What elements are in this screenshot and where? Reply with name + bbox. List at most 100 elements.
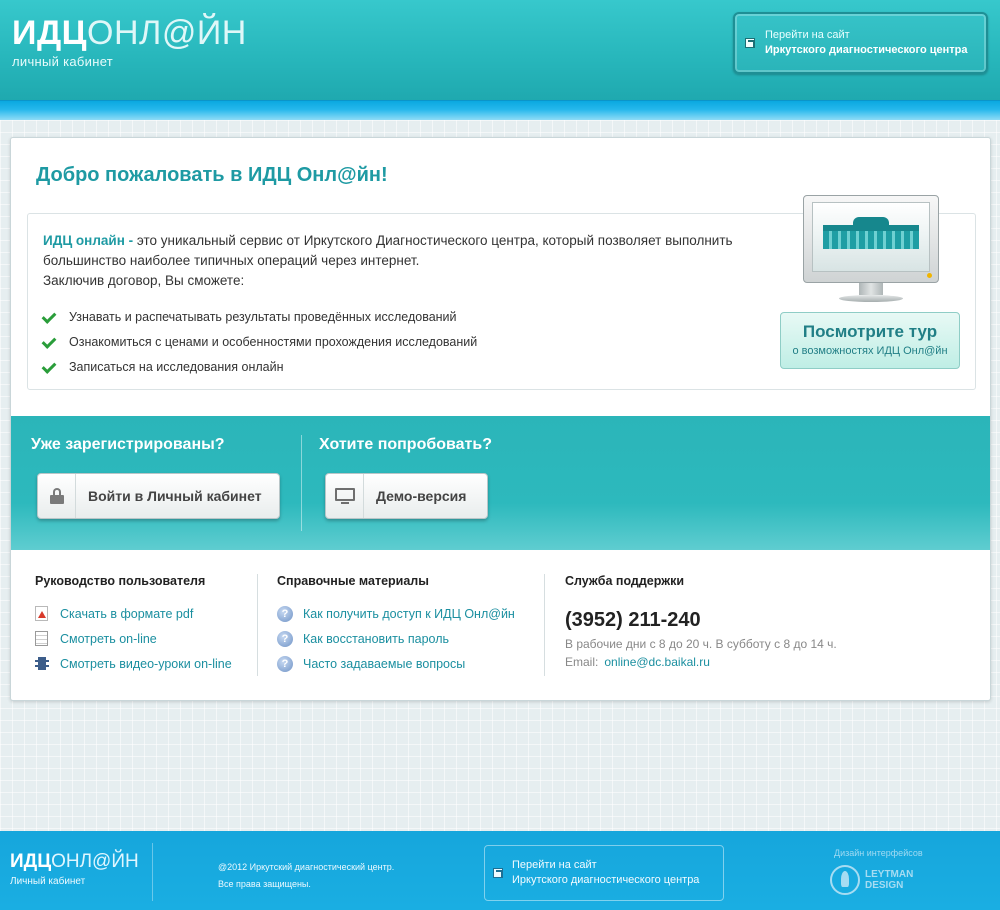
logo-primary: ИДЦ [12,14,87,52]
guide-column: Руководство пользователя Скачать в форма… [35,574,232,676]
monitor-illustration [803,195,939,307]
copyright-line1: @2012 Иркутский диагностический центр. [218,862,395,872]
building-image [823,225,919,249]
intro-contract: Заключив договор, Вы сможете: [43,273,245,288]
header-stripe [0,100,1000,120]
list-item: Смотреть on-line [35,626,232,651]
email-label: Email: [565,655,599,669]
logo-title: ИДЦОНЛ@ЙН [12,14,247,52]
list-item: ? Как восстановить пароль [277,626,515,651]
monitor-icon [334,488,355,504]
site-header: ИДЦОНЛ@ЙН личный кабинет Перейти на сайт… [0,0,1000,100]
list-item: Смотреть видео-уроки on-line [35,651,232,676]
download-pdf-link[interactable]: Скачать в формате pdf [60,607,193,621]
monitor-display [812,202,930,272]
footer-copyright: @2012 Иркутский диагностический центр. В… [218,859,394,893]
tour-button-title: Посмотрите тур [802,322,938,341]
main-site-link[interactable]: Перейти на сайт Иркутского диагностическ… [733,12,988,74]
feature-text: Узнавать и распечатывать результаты пров… [69,309,457,324]
site-link-line2: Иркутского диагностического центра [765,44,968,56]
checkmark-icon [43,312,57,322]
page-title: Добро пожаловать в ИДЦ Онл@йн! [36,164,388,186]
design-label: Дизайн интерфейсов [834,848,923,858]
demo-button[interactable]: Демо-версия [325,473,488,519]
monitor-neck [859,283,883,295]
checkmark-icon [43,337,57,347]
restore-password-link[interactable]: Как восстановить пароль [303,632,449,646]
lock-icon [49,488,64,504]
reference-column: Справочные материалы ? Как получить досту… [277,574,515,676]
list-item: Скачать в формате pdf [35,601,232,626]
flame-logo-icon [830,865,860,895]
list-item: ? Как получить доступ к ИДЦ Онл@йн [277,601,515,626]
main-panel: Добро пожаловать в ИДЦ Онл@йн! ИДЦ онлай… [10,137,991,701]
logo-subtitle: личный кабинет [12,54,114,69]
site-link-line1: Перейти на сайт [765,29,850,41]
logo-secondary: ОНЛ@ЙН [87,14,247,52]
faq-link[interactable]: Часто задаваемые вопросы [303,657,465,671]
designer-line2: DESIGN [865,880,904,891]
registered-heading: Уже зарегистрированы? [31,436,225,453]
reference-title: Справочные материалы [277,574,429,588]
get-access-link[interactable]: Как получить доступ к ИДЦ Онл@йн [303,607,515,621]
footer-site-line2: Иркутского диагностического центра [512,874,700,886]
feature-text: Записаться на исследования онлайн [69,359,284,374]
designer-name: LEYTMAN DESIGN [865,869,913,891]
designer-logo[interactable]: LEYTMAN DESIGN [830,865,913,895]
footer-logo-subtitle: Личный кабинет [10,876,86,887]
copyright-line2: Все права защищены. [218,879,311,889]
footer-logo-title: ИДЦОНЛ@ЙН [10,851,139,873]
feature-list: Узнавать и распечатывать результаты пров… [43,304,477,379]
footer-divider [152,843,153,901]
support-email-row: Email: online@dc.baikal.ru [565,655,837,669]
footer-logo-primary: ИДЦ [10,851,52,872]
footer-site-link-text: Перейти на сайт Иркутского диагностическ… [512,858,699,888]
column-divider [544,574,545,676]
guide-title: Руководство пользователя [35,574,206,588]
login-button-label: Войти в Личный кабинет [88,488,262,504]
support-email-link[interactable]: online@dc.baikal.ru [604,655,710,669]
designer-line1: LEYTMAN [865,869,914,880]
support-column: Служба поддержки (3952) 211-240 В рабочи… [565,574,837,669]
auth-band: Уже зарегистрированы? Войти в Личный каб… [11,416,990,550]
guide-list: Скачать в формате pdf Смотреть on-line С… [35,601,232,676]
checkmark-icon [43,362,57,372]
screen-icon-wrap [326,474,364,518]
main-site-link-text: Перейти на сайт Иркутского диагностическ… [765,28,967,58]
feature-text: Ознакомиться с ценами и особенностями пр… [69,334,478,349]
footer-logo[interactable]: ИДЦОНЛ@ЙН Личный кабинет [10,851,139,887]
reference-list: ? Как получить доступ к ИДЦ Онл@йн ? Как в… [277,601,515,676]
support-title: Служба поддержки [565,574,685,588]
list-item: Ознакомиться с ценами и особенностями пр… [43,329,477,354]
site-footer: ИДЦОНЛ@ЙН Личный кабинет @2012 Иркутский… [0,831,1000,910]
monitor-led [927,273,932,278]
list-item: ? Часто задаваемые вопросы [277,651,515,676]
intro-description: это уникальный сервис от Иркутского Диаг… [43,233,733,268]
help-icon: ? [277,655,293,672]
intro-text: ИДЦ онлайн - это уникальный сервис от Ир… [43,231,793,291]
column-divider [257,574,258,676]
list-item: Узнавать и распечатывать результаты пров… [43,304,477,329]
footer-site-link[interactable]: Перейти на сайт Иркутского диагностическ… [484,845,724,901]
external-link-icon [745,38,755,48]
tour-button[interactable]: Посмотрите тур о возможностях ИДЦ Онл@йн [780,312,960,369]
video-lessons-link[interactable]: Смотреть видео-уроки on-line [60,657,232,671]
footer-site-line1: Перейти на сайт [512,859,597,871]
help-icon: ? [277,630,293,647]
external-link-icon [493,868,503,878]
try-heading: Хотите попробовать? [319,436,492,453]
view-online-link[interactable]: Смотреть on-line [60,632,157,646]
intro-bold: ИДЦ онлайн - [43,233,134,248]
demo-button-label: Демо-версия [376,488,467,504]
band-divider [301,435,302,531]
monitor-base [839,295,903,302]
tour-button-subtitle: о возможностях ИДЦ Онл@йн [792,345,948,357]
support-hours: В рабочие дни с 8 до 20 ч. В субботу с 8… [565,637,837,651]
video-icon [35,657,49,670]
support-phone: (3952) 211-240 [565,609,701,631]
pdf-icon [35,606,48,621]
site-logo[interactable]: ИДЦОНЛ@ЙН личный кабинет [12,14,247,69]
help-icon: ? [277,605,293,622]
lock-icon-wrap [38,474,76,518]
login-button[interactable]: Войти в Личный кабинет [37,473,280,519]
